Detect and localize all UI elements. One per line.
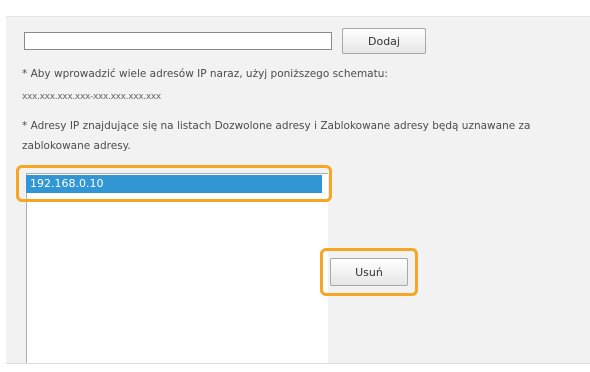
add-button[interactable]: Dodaj <box>342 28 426 54</box>
list-highlight-frame <box>16 165 332 202</box>
address-range-pattern: xxx.xxx.xxx.xxx-xxx.xxx.xxx.xxx <box>22 92 161 102</box>
multiple-address-note: * Aby wprowadzić wiele adresów IP naraz,… <box>22 68 388 80</box>
conflict-note: * Adresy IP znajdujące się na listach Do… <box>22 120 531 152</box>
remove-highlight-frame <box>320 248 418 296</box>
ip-address-input[interactable] <box>24 32 332 50</box>
